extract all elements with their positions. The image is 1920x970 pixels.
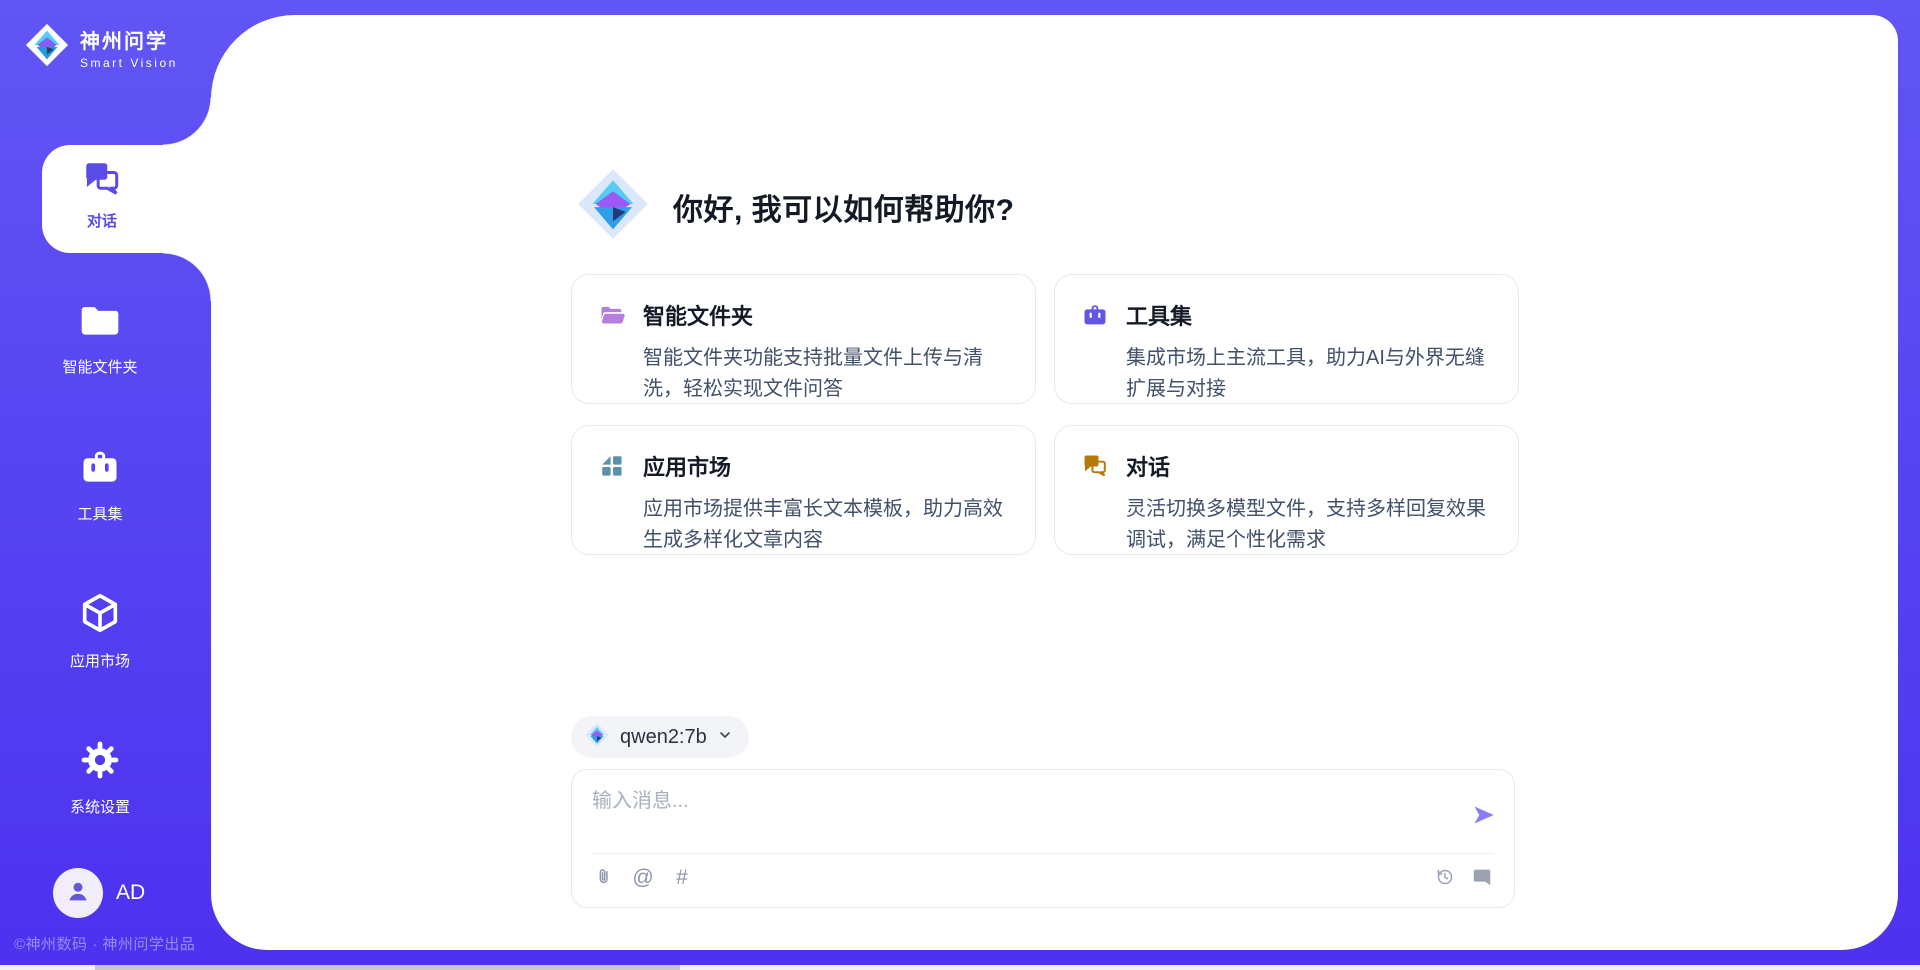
hash-icon[interactable]: # — [670, 865, 694, 889]
at-icon[interactable]: @ — [631, 865, 655, 889]
sidebar-item-label: 系统设置 — [70, 796, 130, 817]
card-app-market[interactable]: 应用市场 应用市场提供丰富长文本模板，助力高效生成多样化文章内容 — [571, 425, 1036, 555]
card-description: 集成市场上主流工具，助力AI与外界无缝扩展与对接 — [1126, 343, 1492, 405]
brand-subtitle: Smart Vision — [80, 56, 178, 70]
sidebar: 神州问学 Smart Vision 对话 智能文件夹 — [0, 0, 211, 970]
composer-right-tools — [1433, 865, 1494, 889]
hero-greeting: 你好, 我可以如何帮助你? — [575, 166, 1015, 247]
sidebar-item-label: 应用市场 — [70, 650, 130, 671]
card-chat[interactable]: 对话 灵活切换多模型文件，支持多样回复效果调试，满足个性化需求 — [1054, 425, 1519, 555]
chevron-down-icon — [717, 727, 733, 748]
card-title: 智能文件夹 — [643, 299, 1009, 331]
folder-open-icon — [598, 299, 626, 403]
copyright-text: ©神州数码 · 神州问学出品 — [14, 933, 195, 954]
chat-bubble-icon[interactable] — [1470, 865, 1494, 889]
brand-name: 神州问学 — [80, 25, 178, 54]
composer-left-tools: @ # — [592, 865, 694, 889]
model-logo-icon — [584, 722, 610, 753]
user-account[interactable]: AD — [53, 868, 145, 918]
sidebar-item-settings[interactable]: 系统设置 — [0, 738, 200, 817]
card-title: 对话 — [1126, 450, 1492, 482]
sidebar-item-toolset[interactable]: 工具集 — [0, 445, 200, 524]
card-title: 应用市场 — [643, 450, 1009, 482]
gear-icon — [78, 738, 122, 787]
message-composer: @ # — [571, 769, 1515, 908]
person-icon — [63, 876, 93, 911]
card-title: 工具集 — [1126, 299, 1492, 331]
history-icon[interactable] — [1433, 865, 1457, 889]
card-description: 灵活切换多模型文件，支持多样回复效果调试，满足个性化需求 — [1126, 494, 1492, 556]
user-initials: AD — [116, 881, 145, 905]
model-selector[interactable]: qwen2:7b — [571, 716, 749, 758]
card-description: 应用市场提供丰富长文本模板，助力高效生成多样化文章内容 — [643, 494, 1009, 556]
scrollbar-thumb[interactable] — [95, 965, 680, 970]
model-name: qwen2:7b — [620, 726, 707, 749]
chat-icon — [81, 158, 123, 205]
sidebar-item-app-market[interactable]: 应用市场 — [0, 590, 200, 671]
paperclip-icon[interactable] — [592, 865, 616, 889]
chat-icon — [1081, 450, 1109, 554]
card-description: 智能文件夹功能支持批量文件上传与清洗，轻松实现文件问答 — [643, 343, 1009, 405]
sidebar-item-label: 对话 — [87, 210, 117, 231]
card-toolset[interactable]: 工具集 集成市场上主流工具，助力AI与外界无缝扩展与对接 — [1054, 274, 1519, 404]
sidebar-item-label: 工具集 — [77, 503, 122, 524]
send-icon[interactable] — [1471, 802, 1497, 828]
sidebar-item-chat[interactable]: 对话 — [42, 145, 211, 253]
grid-icon — [598, 450, 626, 554]
brand-diamond-icon — [24, 22, 70, 73]
sidebar-item-label: 智能文件夹 — [62, 356, 137, 377]
active-tab-fillet-bottom — [163, 253, 211, 301]
composer-divider — [592, 853, 1494, 854]
horizontal-scrollbar[interactable] — [0, 965, 1920, 970]
toolbox-icon — [78, 445, 122, 494]
active-tab-fillet-top — [163, 97, 211, 145]
cube-icon — [77, 590, 123, 641]
greeting-heading: 你好, 我可以如何帮助你? — [673, 185, 1015, 229]
folder-icon — [78, 298, 122, 347]
feature-cards: 智能文件夹 智能文件夹功能支持批量文件上传与清洗，轻松实现文件问答 工具集 集成… — [571, 274, 1520, 555]
diamond-logo-icon — [575, 166, 651, 247]
card-smart-folder[interactable]: 智能文件夹 智能文件夹功能支持批量文件上传与清洗，轻松实现文件问答 — [571, 274, 1036, 404]
message-input[interactable] — [592, 784, 1442, 846]
toolbox-icon — [1081, 299, 1109, 403]
brand-logo: 神州问学 Smart Vision — [24, 22, 178, 73]
sidebar-item-smart-folder[interactable]: 智能文件夹 — [0, 298, 200, 377]
avatar — [53, 868, 103, 918]
